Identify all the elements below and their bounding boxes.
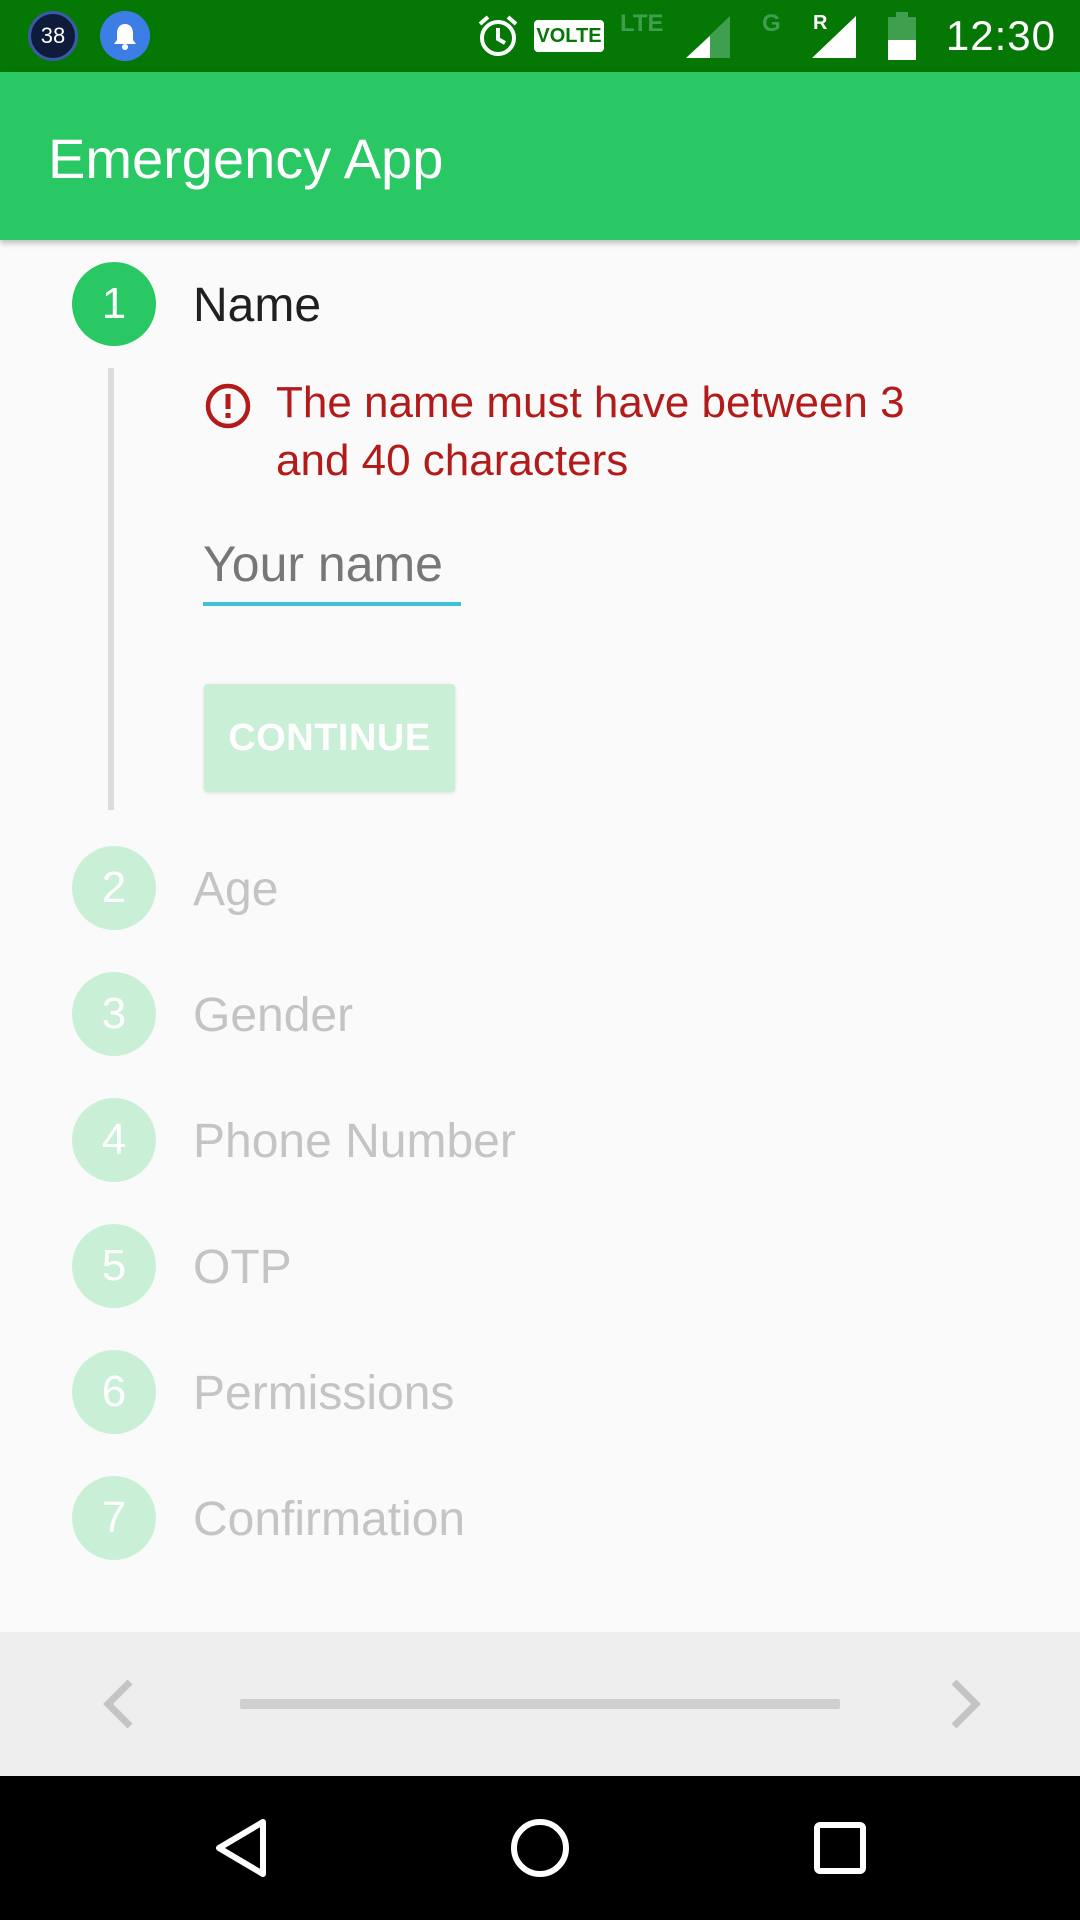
chevron-right-icon [951,1679,981,1729]
step-connector-line [108,368,114,810]
status-time: 12:30 [945,12,1056,59]
alarm-icon [478,15,518,56]
app-bar: Emergency App [0,72,1080,240]
step-2-title[interactable]: Age [193,862,278,917]
chevron-left-icon [103,1679,133,1729]
bell-icon [100,11,150,61]
step-number: 3 [101,989,127,1038]
step-4-title[interactable]: Phone Number [193,1114,516,1169]
signal-roaming-icon [812,16,856,58]
step-7-circle[interactable]: 7 [72,1476,156,1560]
notification-count: 38 [40,23,66,48]
step-1-circle[interactable]: 1 [72,262,156,346]
step-3-circle[interactable]: 3 [72,972,156,1056]
error-icon [205,383,251,429]
step-1-title[interactable]: Name [193,278,321,333]
progress-track [240,1699,840,1709]
step-4-circle[interactable]: 4 [72,1098,156,1182]
step-5-title[interactable]: OTP [193,1240,292,1295]
signal-icon [686,16,730,58]
volte-label: VOLTE [536,24,602,47]
step-number: 4 [101,1115,127,1164]
lte-icon: LTE [620,10,664,37]
app-title: Emergency App [48,127,444,190]
step-2-circle[interactable]: 2 [72,846,156,930]
step-number: 6 [101,1367,127,1416]
back-button[interactable] [205,1812,277,1884]
continue-button[interactable]: CONTINUE [204,684,455,792]
previous-step-button[interactable] [82,1668,154,1740]
error-message: The name must have between 3 and 40 char… [276,378,905,485]
step-3-title[interactable]: Gender [193,988,353,1043]
step-number: 1 [101,279,127,328]
recents-icon [814,1822,866,1874]
g-icon: G [762,10,781,37]
notification-count-icon: 38 [28,11,78,61]
system-nav-bar [0,1776,1080,1920]
step-number: 5 [101,1241,127,1290]
back-icon [216,1819,266,1877]
recents-button[interactable] [804,1812,876,1884]
step-number: 2 [101,863,127,912]
battery-icon [888,12,916,60]
home-icon [511,1819,569,1877]
next-step-button[interactable] [930,1668,1002,1740]
step-6-title[interactable]: Permissions [193,1366,454,1421]
volte-icon: VOLTE [534,20,604,52]
step-6-circle[interactable]: 6 [72,1350,156,1434]
status-bar: 38 VOLTE LTE G R 12:30 [0,0,1080,72]
step-pager [0,1632,1080,1776]
step-5-circle[interactable]: 5 [72,1224,156,1308]
name-input[interactable] [203,526,461,606]
home-button[interactable] [504,1812,576,1884]
step-number: 7 [101,1493,127,1542]
step-7-title[interactable]: Confirmation [193,1492,465,1547]
